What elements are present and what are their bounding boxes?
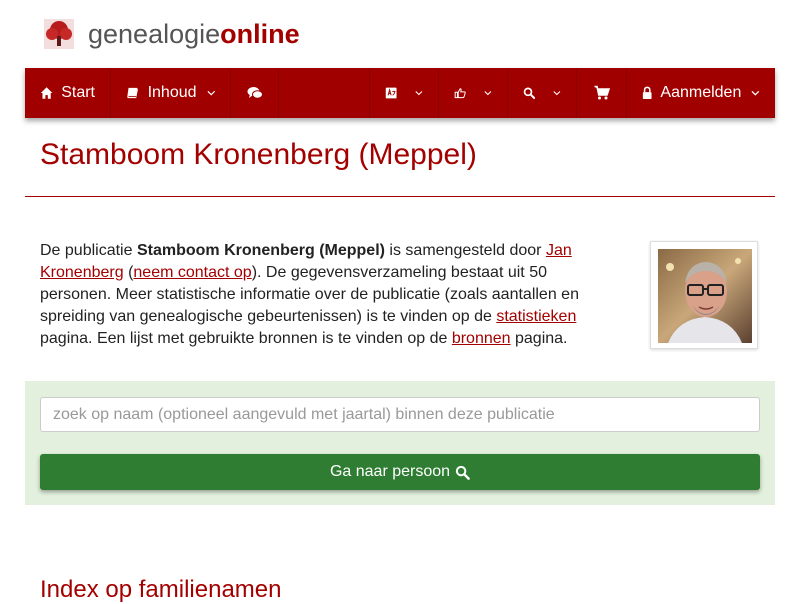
main-navbar: Start Inhoud Aanmelden: [25, 68, 775, 118]
go-to-person-button[interactable]: Ga naar persoon: [40, 454, 760, 490]
nav-cart[interactable]: [577, 68, 627, 118]
language-icon: [385, 87, 397, 99]
home-icon: [40, 87, 53, 99]
nav-forum[interactable]: [231, 68, 279, 118]
author-photo: [658, 249, 752, 343]
search-panel: Ga naar persoon: [25, 381, 775, 505]
nav-inhoud[interactable]: Inhoud: [111, 68, 231, 118]
search-icon: [523, 87, 536, 100]
chevron-down-icon: [484, 91, 492, 96]
intro-text: (: [123, 264, 134, 281]
brand-name: genealogieonline: [88, 19, 300, 50]
intro-text: is samengesteld door: [384, 242, 546, 259]
comments-icon: [247, 87, 263, 99]
page-title: Stamboom Kronenberg (Meppel): [40, 138, 477, 171]
person-search-input[interactable]: [40, 397, 760, 432]
nav-language[interactable]: [370, 68, 439, 118]
contact-link[interactable]: neem contact op: [133, 264, 251, 281]
publication-intro: De publicatie Stamboom Kronenberg (Meppe…: [40, 240, 600, 350]
nav-start-label: Start: [61, 84, 95, 101]
chevron-down-icon: [751, 90, 760, 96]
nav-search[interactable]: [508, 68, 577, 118]
intro-text: pagina.: [510, 330, 568, 347]
lock-icon: [642, 86, 652, 100]
author-photo-frame[interactable]: [650, 241, 758, 349]
intro-text: pagina. Een lijst met gebruikte bronnen …: [40, 330, 452, 347]
intro-text: De publicatie: [40, 242, 137, 259]
nav-share[interactable]: [439, 68, 508, 118]
brand-part-genealogie: genealogie: [88, 18, 221, 49]
nav-start[interactable]: Start: [25, 68, 111, 118]
chevron-down-icon: [415, 91, 423, 96]
statistics-link[interactable]: statistieken: [496, 308, 576, 325]
site-logo[interactable]: genealogieonline: [44, 16, 300, 52]
sources-link[interactable]: bronnen: [452, 330, 511, 347]
chevron-down-icon: [206, 90, 215, 96]
brand-part-online: online: [220, 18, 300, 49]
nav-login-label: Aanmelden: [660, 84, 742, 101]
chevron-down-icon: [553, 91, 561, 96]
title-divider: [25, 196, 775, 197]
nav-login[interactable]: Aanmelden: [627, 68, 775, 118]
nav-spacer: [279, 68, 370, 118]
thumbs-up-icon: [454, 88, 466, 99]
cart-icon: [594, 85, 610, 100]
go-to-person-label: Ga naar persoon: [329, 463, 451, 480]
nav-inhoud-label: Inhoud: [147, 84, 197, 101]
search-icon: [455, 465, 470, 480]
tree-logo-icon: [44, 19, 74, 49]
book-icon: [127, 87, 138, 99]
publication-name: Stamboom Kronenberg (Meppel): [136, 242, 385, 259]
